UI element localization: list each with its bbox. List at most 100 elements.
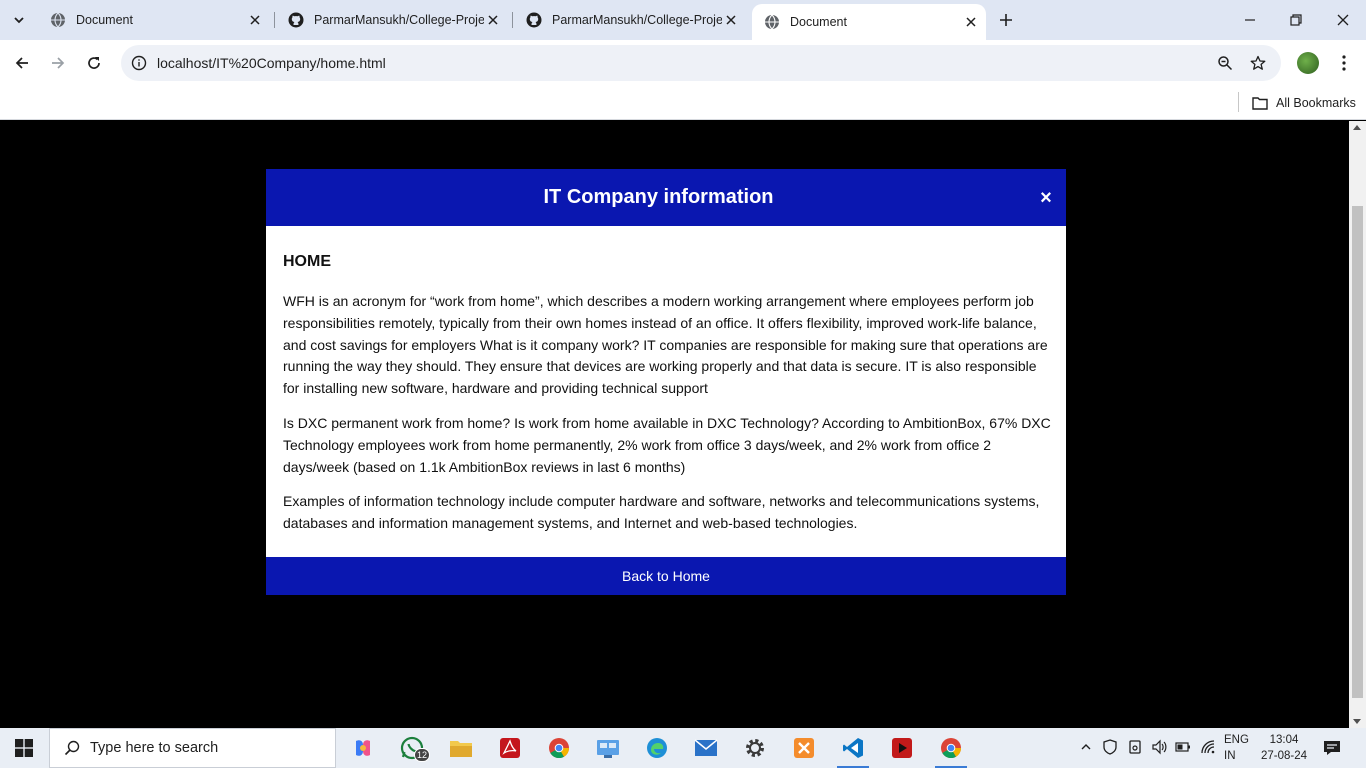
- file-explorer-app[interactable]: [441, 732, 481, 764]
- start-button[interactable]: [0, 728, 48, 768]
- new-tab-button[interactable]: [995, 9, 1017, 31]
- settings-app[interactable]: [735, 732, 775, 764]
- scroll-down-icon[interactable]: [1353, 719, 1361, 724]
- network-tray-icon[interactable]: [1199, 738, 1217, 756]
- vscode-icon: [843, 738, 863, 758]
- paragraph-wfh: WFH is an acronym for “work from home”, …: [283, 293, 1048, 397]
- restore-button[interactable]: [1284, 8, 1308, 32]
- tab-2[interactable]: ParmarMansukh/College-Projec: [276, 6, 508, 34]
- battery-icon: [1175, 742, 1190, 752]
- pdf-icon: [500, 738, 520, 758]
- page-scrollbar[interactable]: [1349, 121, 1366, 728]
- site-info-icon[interactable]: [129, 53, 149, 73]
- chevron-up-icon: [1081, 744, 1091, 750]
- control-panel-app[interactable]: [588, 732, 628, 764]
- folder-icon: [1252, 97, 1268, 110]
- minimize-icon: [1245, 19, 1255, 21]
- chrome-app-2[interactable]: [931, 732, 971, 768]
- bookmarks-separator: [1238, 92, 1239, 112]
- modal-title: IT Company information: [543, 186, 774, 208]
- chevron-down-icon: [14, 17, 24, 24]
- region-code: IN: [1224, 750, 1236, 762]
- close-tab-icon[interactable]: [962, 13, 980, 31]
- info-modal: IT Company information × HOME WFH is an …: [266, 169, 1066, 595]
- arrow-right-icon: [52, 57, 65, 69]
- chrome-app-1[interactable]: [539, 732, 579, 764]
- bookmarks-bar: All Bookmarks: [0, 86, 1366, 120]
- arrow-left-icon: [15, 57, 28, 69]
- device-icon: [1129, 740, 1141, 754]
- close-window-button[interactable]: [1331, 8, 1355, 32]
- reload-button[interactable]: [81, 50, 107, 76]
- back-to-home-button[interactable]: Back to Home: [266, 557, 1066, 595]
- back-button[interactable]: [9, 50, 35, 76]
- tab-search-button[interactable]: [6, 7, 32, 33]
- minimize-button[interactable]: [1238, 8, 1262, 32]
- restore-icon: [1290, 14, 1302, 26]
- tab-separator: [512, 12, 513, 28]
- address-bar[interactable]: localhost/IT%20Company/home.html: [121, 45, 1281, 81]
- edge-app[interactable]: [637, 732, 677, 764]
- tab-title: ParmarMansukh/College-Projec: [552, 13, 722, 27]
- all-bookmarks-button[interactable]: All Bookmarks: [1252, 92, 1356, 114]
- github-icon: [526, 12, 542, 28]
- paragraph-examples: Examples of information technology inclu…: [283, 493, 1040, 532]
- forward-button[interactable]: [45, 50, 71, 76]
- search-icon: [64, 740, 80, 756]
- zoom-icon[interactable]: [1215, 53, 1235, 73]
- close-tab-icon[interactable]: [246, 11, 264, 29]
- modal-close-button[interactable]: ×: [1036, 188, 1056, 208]
- xampp-icon: [794, 738, 814, 758]
- close-tab-icon[interactable]: [722, 11, 740, 29]
- taskbar-search-box[interactable]: Type here to search: [49, 728, 336, 768]
- language-indicator[interactable]: ENG IN: [1224, 732, 1249, 764]
- page-viewport: IT Company information × HOME WFH is an …: [0, 121, 1366, 728]
- bookmark-star-icon[interactable]: [1248, 53, 1268, 73]
- clock-date: 27-08-24: [1260, 750, 1308, 762]
- reload-icon: [88, 57, 100, 69]
- scrollbar-thumb[interactable]: [1352, 206, 1363, 698]
- show-hidden-icons-button[interactable]: [1077, 738, 1095, 756]
- mail-app[interactable]: [686, 732, 726, 764]
- tab-title: ParmarMansukh/College-Projec: [314, 13, 484, 27]
- acrobat-app[interactable]: [490, 732, 530, 764]
- shield-icon: [1103, 739, 1117, 755]
- tab-4-active[interactable]: Document: [752, 4, 986, 40]
- paragraph-dxc: Is DXC permanent work from home? Is work…: [283, 414, 1051, 475]
- chrome-icon: [941, 738, 962, 759]
- battery-tray-icon[interactable]: [1174, 738, 1192, 756]
- vscode-app[interactable]: [833, 732, 873, 768]
- copilot-app[interactable]: [343, 732, 383, 764]
- whatsapp-app[interactable]: 12: [392, 732, 432, 764]
- notification-center-button[interactable]: [1322, 738, 1342, 758]
- tab-3[interactable]: ParmarMansukh/College-Projec: [514, 6, 746, 34]
- more-vert-icon: [1342, 55, 1346, 71]
- close-icon: [1337, 14, 1349, 26]
- media-player-icon: [892, 738, 912, 758]
- scroll-up-icon[interactable]: [1353, 125, 1361, 130]
- globe-icon: [50, 12, 66, 28]
- system-clock[interactable]: 13:04 27-08-24: [1259, 732, 1309, 764]
- tab-separator: [274, 12, 275, 28]
- device-tray-icon[interactable]: [1126, 738, 1144, 756]
- media-player-app[interactable]: [882, 732, 922, 764]
- profile-avatar[interactable]: [1297, 52, 1319, 74]
- chrome-icon: [549, 738, 570, 759]
- notification-icon: [1324, 741, 1340, 755]
- section-heading: HOME: [283, 253, 331, 270]
- clock-time: 13:04: [1269, 734, 1299, 746]
- url-text[interactable]: localhost/IT%20Company/home.html: [157, 55, 386, 71]
- globe-icon: [764, 14, 780, 30]
- control-panel-icon: [597, 740, 619, 758]
- xampp-app[interactable]: [784, 732, 824, 764]
- close-tab-icon[interactable]: [484, 11, 502, 29]
- browser-toolbar: localhost/IT%20Company/home.html: [0, 40, 1366, 86]
- wifi-icon: [1201, 740, 1215, 754]
- volume-tray-icon[interactable]: [1150, 738, 1168, 756]
- windows-taskbar: Type here to search 12 ENG IN 13:04 27-0…: [0, 728, 1366, 768]
- security-tray-icon[interactable]: [1101, 738, 1119, 756]
- tab-1[interactable]: Document: [38, 6, 270, 34]
- windows-logo-icon: [15, 739, 33, 757]
- browser-menu-button[interactable]: [1334, 51, 1354, 75]
- speaker-icon: [1152, 739, 1167, 755]
